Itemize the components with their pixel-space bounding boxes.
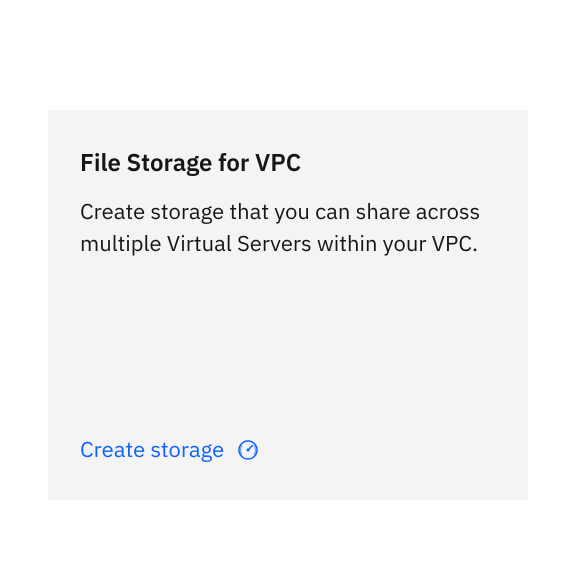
card-description: Create storage that you can share across… — [80, 196, 496, 435]
file-storage-card: File Storage for VPC Create storage that… — [48, 110, 528, 500]
create-storage-label: Create storage — [80, 435, 224, 464]
card-title: File Storage for VPC — [80, 146, 496, 178]
create-storage-link[interactable]: Create storage — [80, 435, 496, 464]
meter-icon — [236, 438, 260, 462]
